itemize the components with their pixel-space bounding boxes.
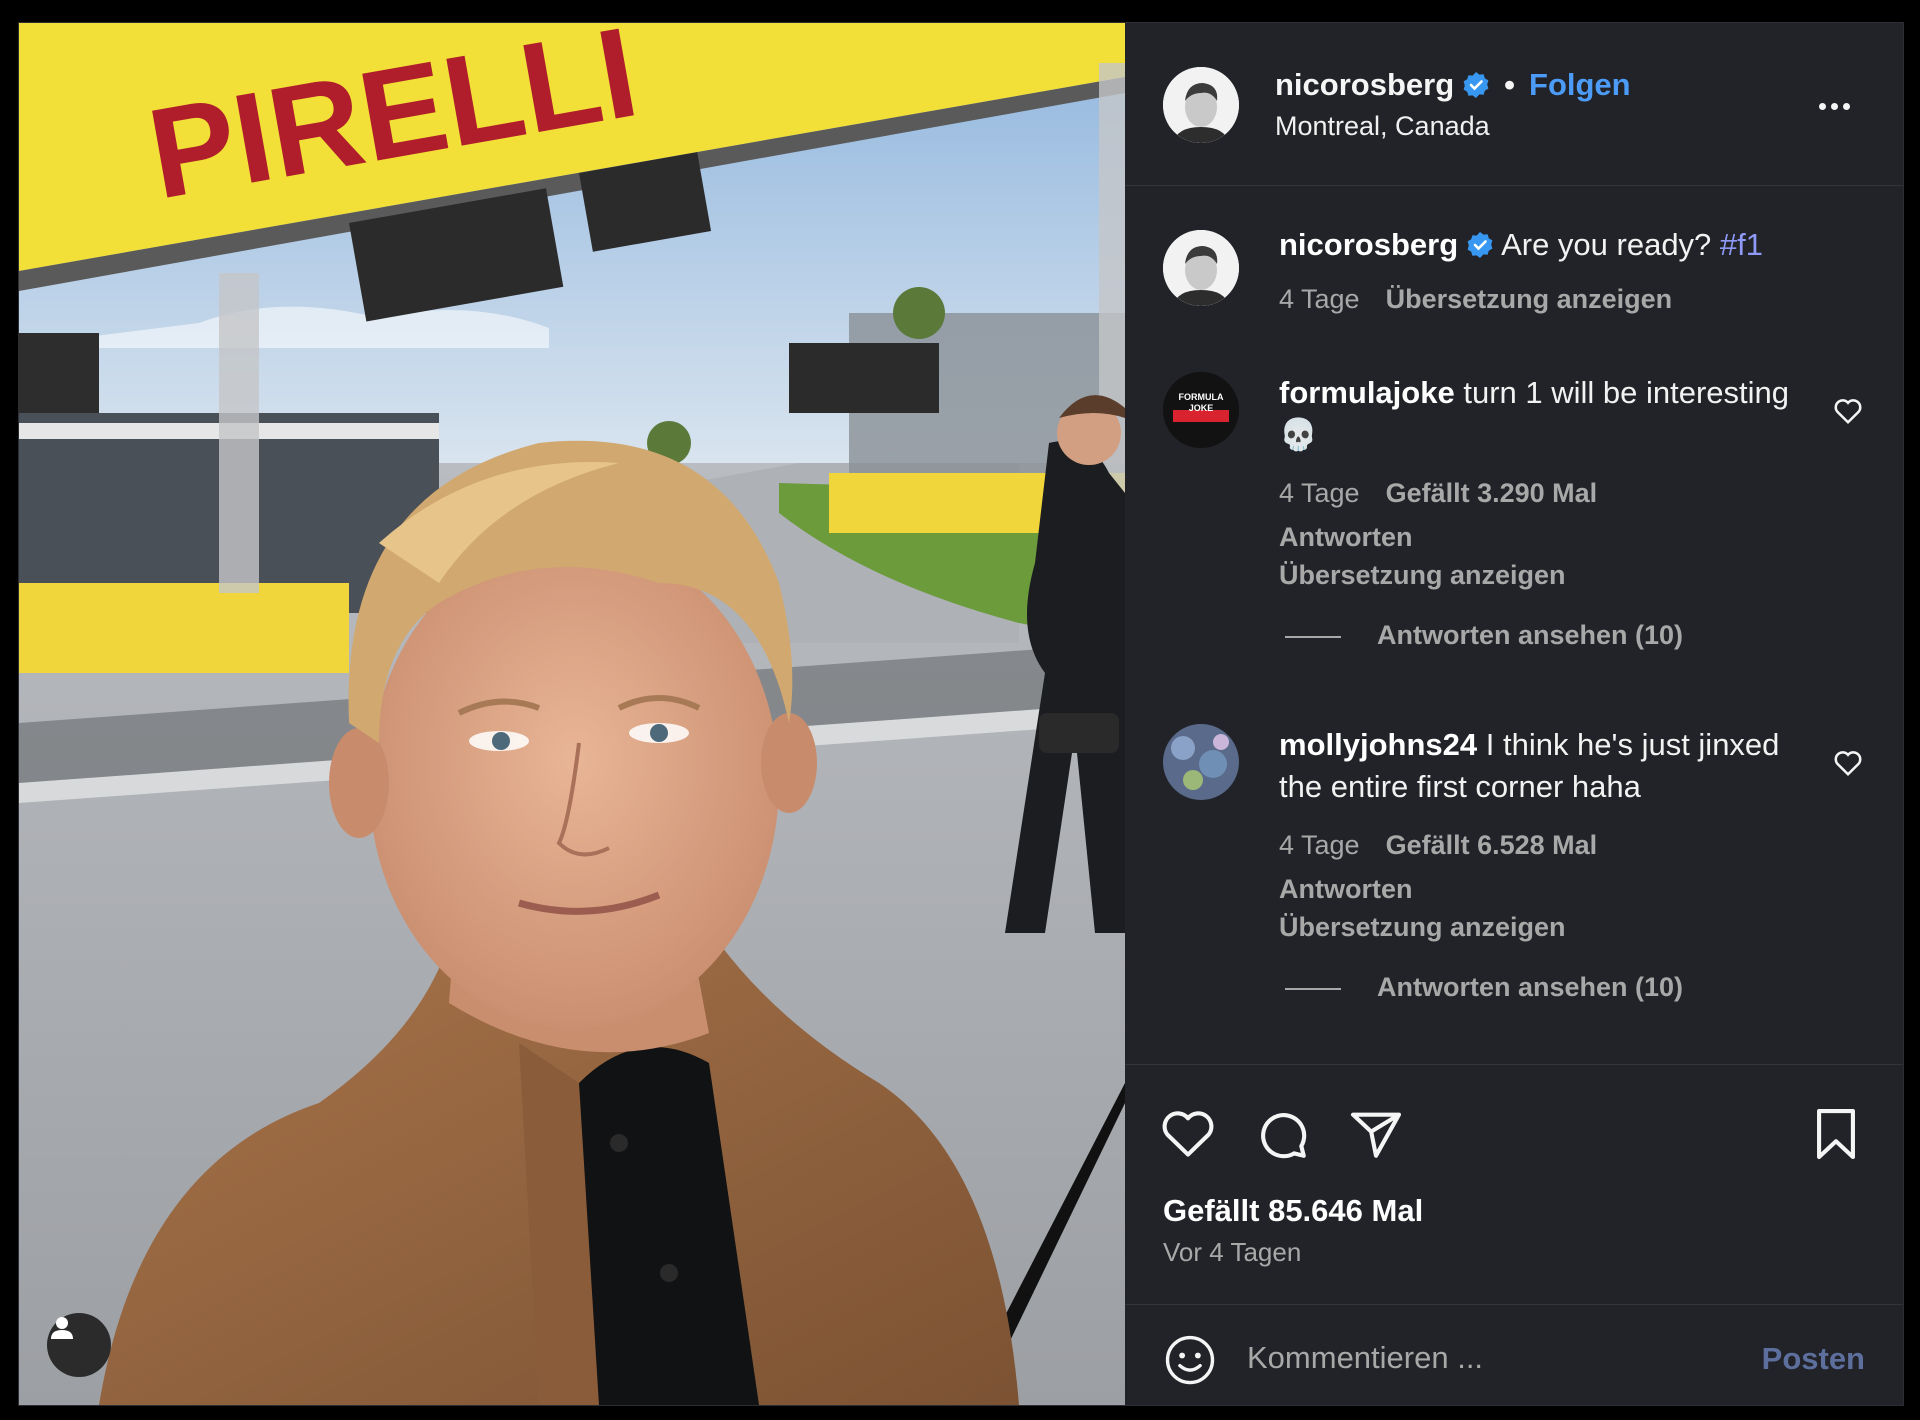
replies-divider	[1285, 987, 1341, 990]
post-side-panel: nicorosberg • Folgen Montreal, Canada ni…	[1125, 23, 1903, 1405]
mollyjohns24-avatar	[1163, 724, 1239, 800]
caption-hashtag[interactable]: #f1	[1720, 227, 1763, 262]
verified-badge-icon	[1463, 72, 1489, 98]
avatar-text: FORMULA JOKE	[1178, 392, 1224, 413]
separator-dot: •	[1504, 67, 1516, 102]
comment-body: formulajoke turn 1 will be interesting 💀…	[1279, 372, 1819, 594]
like-heart-icon[interactable]	[1159, 1105, 1217, 1163]
avatar-portrait	[1163, 230, 1239, 306]
share-paper-plane-icon[interactable]	[1347, 1105, 1405, 1163]
comment-likes[interactable]: Gefällt 6.528 Mal	[1386, 830, 1598, 860]
more-dot	[1831, 103, 1838, 110]
caption-meta: 4 Tage Übersetzung anzeigen	[1279, 278, 1879, 320]
caption-avatar[interactable]	[1163, 230, 1239, 306]
tagged-users-button[interactable]	[47, 1313, 111, 1377]
comment-username[interactable]: formulajoke	[1279, 375, 1455, 410]
comment-avatar[interactable]	[1163, 724, 1239, 800]
comment-age[interactable]: 4 Tage	[1279, 830, 1360, 860]
comment-input[interactable]	[1245, 1327, 1719, 1389]
emoji-icon[interactable]	[1163, 1333, 1217, 1387]
more-dot	[1843, 103, 1850, 110]
caption-username[interactable]: nicorosberg	[1279, 227, 1458, 262]
translate-link[interactable]: Übersetzung anzeigen	[1279, 908, 1819, 946]
avatar-portrait	[1163, 67, 1239, 143]
translate-link[interactable]: Übersetzung anzeigen	[1279, 556, 1819, 594]
reply-button[interactable]: Antworten	[1279, 518, 1819, 556]
comment-username[interactable]: mollyjohns24	[1279, 727, 1477, 762]
caption-age[interactable]: 4 Tage	[1279, 284, 1360, 314]
author-username[interactable]: nicorosberg	[1275, 67, 1454, 102]
post-likes-count[interactable]: Gefällt 85.646 Mal	[1163, 1193, 1423, 1229]
post-photo[interactable]: PIRELLI	[19, 23, 1125, 1405]
comment-age[interactable]: 4 Tage	[1279, 478, 1360, 508]
comment-meta: 4 Tage Gefällt 6.528 Mal	[1279, 824, 1819, 866]
caption-body: nicorosberg Are you ready? #f1 4 Tage Übe…	[1279, 224, 1879, 320]
comment-composer: Posten	[1125, 1304, 1903, 1406]
comment-bubble-icon[interactable]	[1253, 1105, 1311, 1163]
save-bookmark-icon[interactable]	[1807, 1105, 1865, 1163]
verified-badge-icon	[1467, 232, 1493, 258]
post-header: nicorosberg • Folgen Montreal, Canada	[1125, 23, 1903, 186]
post-dialog: PIRELLI nicorosberg • Folgen Montreal, C…	[18, 22, 1904, 1406]
view-replies-button[interactable]: Antworten ansehen (10)	[1285, 620, 1683, 651]
post-comment-button[interactable]: Posten	[1762, 1341, 1865, 1377]
follow-button[interactable]: Folgen	[1529, 67, 1631, 102]
caption-text: Are you ready?	[1501, 227, 1712, 262]
like-comment-heart-icon[interactable]	[1833, 748, 1863, 778]
post-timestamp[interactable]: Vor 4 Tagen	[1163, 1237, 1301, 1268]
more-horizontal-icon	[1819, 103, 1826, 110]
post-location[interactable]: Montreal, Canada	[1275, 111, 1490, 142]
user-icon	[51, 1317, 73, 1339]
replies-divider	[1285, 635, 1341, 638]
more-options-button[interactable]	[1819, 97, 1859, 117]
comments-list[interactable]: nicorosberg Are you ready? #f1 4 Tage Übe…	[1125, 186, 1903, 1064]
comment-body: mollyjohns24 I think he's just jinxed th…	[1279, 724, 1819, 946]
comment-meta: 4 Tage Gefällt 3.290 Mal	[1279, 472, 1819, 514]
comment-likes[interactable]: Gefällt 3.290 Mal	[1386, 478, 1598, 508]
reply-button[interactable]: Antworten	[1279, 870, 1819, 908]
view-replies-label: Antworten ansehen (10)	[1377, 620, 1684, 650]
author-avatar[interactable]	[1163, 67, 1239, 143]
post-actions: Gefällt 85.646 Mal Vor 4 Tagen	[1125, 1064, 1903, 1305]
like-comment-heart-icon[interactable]	[1833, 396, 1863, 426]
comment-avatar[interactable]: FORMULA JOKE	[1163, 372, 1239, 448]
selfie-image: PIRELLI	[19, 23, 1125, 1405]
view-replies-label: Antworten ansehen (10)	[1377, 972, 1684, 1002]
translate-link[interactable]: Übersetzung anzeigen	[1386, 284, 1673, 314]
view-replies-button[interactable]: Antworten ansehen (10)	[1285, 972, 1683, 1003]
